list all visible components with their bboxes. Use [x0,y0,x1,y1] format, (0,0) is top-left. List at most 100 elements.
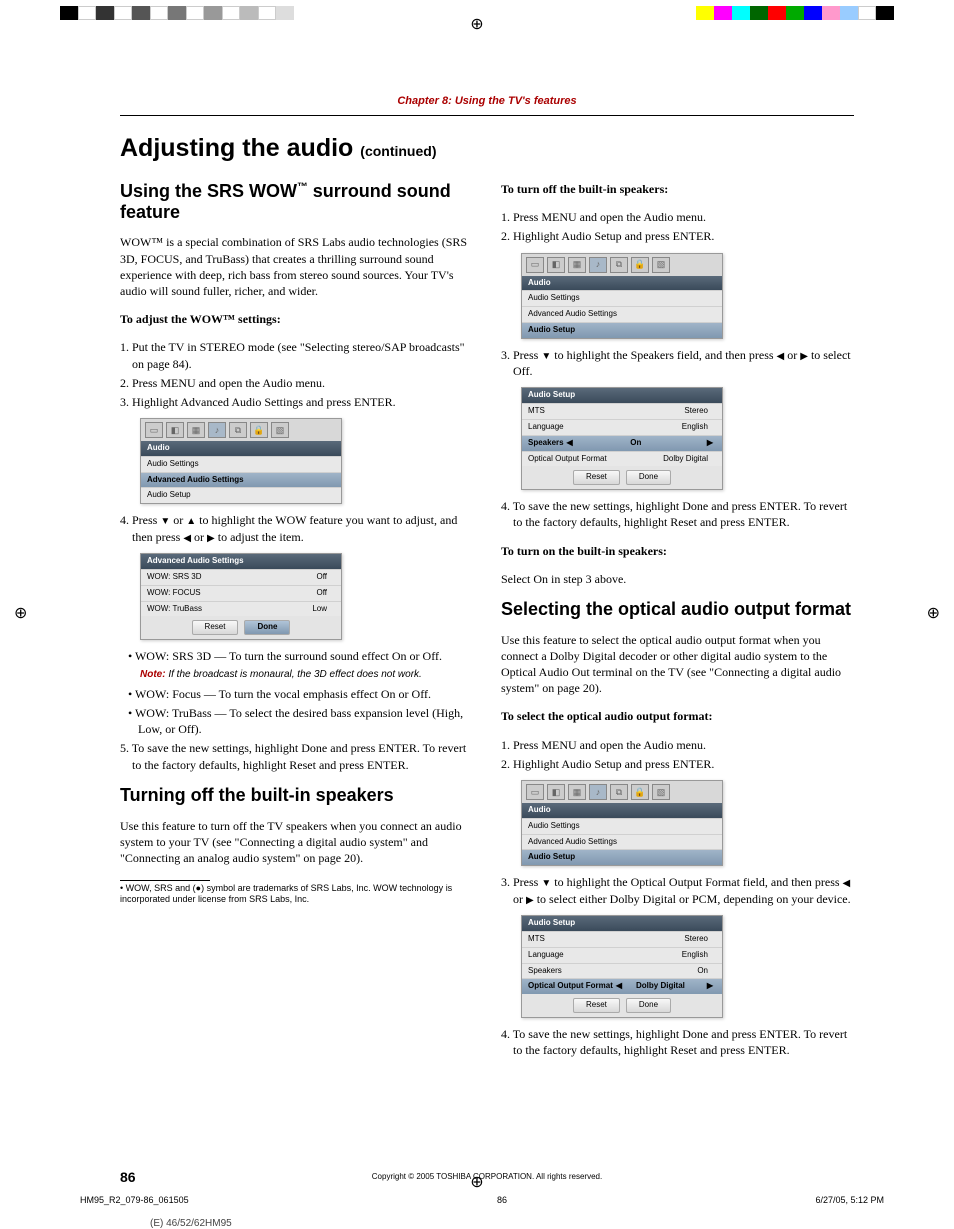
heading-speakers: Turning off the built-in speakers [120,785,473,806]
page-footer: 86 Copyright © 2005 TOSHIBA CORPORATION.… [120,1172,854,1181]
step: 4. Press ▼ or ▲ to highlight the WOW fea… [132,512,473,545]
right-arrow-icon: ▶ [207,533,215,544]
menu-item: WOW: TruBassLow [141,601,341,617]
menu-screenshot-audio: ▭ ◧ ▦ ♪ ⧉ 🔒 ▧ Audio Audio Settings Advan… [521,780,723,866]
registration-mark-icon: ⊕ [927,603,940,623]
step: 4. To save the new settings, highlight D… [513,498,854,530]
wow-intro: WOW™ is a special combination of SRS Lab… [120,234,473,299]
step: 4. To save the new settings, highlight D… [513,1026,854,1058]
up-arrow-icon: ▲ [186,516,196,527]
tab-icon: ▭ [145,422,163,438]
lock-icon: 🔒 [250,422,268,438]
menu-item: MTSStereo [522,403,722,419]
meta-file: HM95_R2_079-86_061505 [80,1195,189,1205]
tab-icon: ♪ [589,257,607,273]
menu-item-highlighted: Audio Setup [522,322,722,338]
tab-icon: ⧉ [610,784,628,800]
menu-title: Audio [522,276,722,291]
title-main: Adjusting the audio [120,134,353,162]
menu-item: Audio Settings [141,456,341,472]
step: 1. Press MENU and open the Audio menu. [513,209,854,225]
heading-wow: Using the SRS WOW™ surround sound featur… [120,181,473,222]
select-heading: To select the optical audio output forma… [501,708,854,724]
copyright: Copyright © 2005 TOSHIBA CORPORATION. Al… [372,1172,602,1181]
done-button: Done [626,470,671,485]
tab-icon: ▧ [652,257,670,273]
step: 2. Highlight Audio Setup and press ENTER… [513,228,854,244]
tab-icon: ▧ [271,422,289,438]
step: 2. Press MENU and open the Audio menu. [132,375,473,391]
tab-icon: ▭ [526,257,544,273]
menu-item: Audio Setup [141,487,341,503]
menu-item-highlighted: Speakers◀On▶ [522,435,722,451]
step: 3. Highlight Advanced Audio Settings and… [132,394,473,410]
menu-item: LanguageEnglish [522,947,722,963]
speakers-intro: Use this feature to turn off the TV spea… [120,818,473,867]
menu-screenshot-audio: ▭ ◧ ▦ ♪ ⧉ 🔒 ▧ Audio Audio Settings Advan… [521,253,723,339]
menu-item: WOW: FOCUSOff [141,585,341,601]
done-button: Done [244,620,290,635]
done-button: Done [626,998,671,1013]
menu-item: Advanced Audio Settings [522,834,722,850]
tab-icon: ♪ [208,422,226,438]
step: 3. Press ▼ to highlight the Optical Outp… [513,874,854,907]
right-column: To turn off the built-in speakers: 1. Pr… [501,169,854,1061]
model-code: (E) 46/52/62HM95 [150,1218,232,1229]
reset-button: Reset [573,998,620,1013]
page-title: Adjusting the audio (continued) [120,134,854,163]
tab-icon: ⧉ [610,257,628,273]
menu-item: Optical Output FormatDolby Digital [522,451,722,467]
turn-on-heading: To turn on the built-in speakers: [501,543,854,559]
down-arrow-icon: ▼ [541,351,551,362]
bullet: • WOW: Focus — To turn the vocal emphasi… [138,686,473,702]
menu-item: LanguageEnglish [522,419,722,435]
menu-item-highlighted: Audio Setup [522,849,722,865]
footnote-rule [120,880,210,881]
tab-icon: ♪ [589,784,607,800]
menu-item: Advanced Audio Settings [522,306,722,322]
footnote: • WOW, SRS and (●) symbol are trademarks… [120,883,473,905]
tab-icon: ▦ [568,784,586,800]
adjust-heading: To adjust the WOW™ settings: [120,311,473,327]
menu-title: Audio [522,803,722,818]
content-frame: Chapter 8: Using the TV's features Adjus… [120,95,854,1116]
page-number: 86 [120,1169,136,1185]
reset-button: Reset [573,470,620,485]
down-arrow-icon: ▼ [160,516,170,527]
step: 1. Put the TV in STEREO mode (see "Selec… [132,339,473,371]
menu-item: Audio Settings [522,290,722,306]
left-arrow-icon: ◀ [843,878,851,889]
menu-title: Audio Setup [522,388,722,403]
step: 2. Highlight Audio Setup and press ENTER… [513,756,854,772]
print-meta: HM95_R2_079-86_061505 86 6/27/05, 5:12 P… [70,1195,894,1205]
left-column: Using the SRS WOW™ surround sound featur… [120,169,473,1061]
menu-screenshot-advanced: Advanced Audio Settings WOW: SRS 3DOff W… [140,553,342,640]
tab-icon: ◧ [547,257,565,273]
menu-item: SpeakersOn [522,963,722,979]
title-continued: (continued) [360,143,436,159]
step: 3. Press ▼ to highlight the Speakers fie… [513,347,854,380]
tab-icon: ▧ [652,784,670,800]
heading-optical: Selecting the optical audio output forma… [501,599,854,620]
menu-screenshot-audio-setup: Audio Setup MTSStereo LanguageEnglish Sp… [521,387,723,490]
step: 5. To save the new settings, highlight D… [132,740,473,772]
menu-screenshot-audio: ▭ ◧ ▦ ♪ ⧉ 🔒 ▧ Audio Audio Settings Advan… [140,418,342,504]
meta-page: 86 [497,1195,507,1205]
tab-icon: ⧉ [229,422,247,438]
page: ⊕ ⊕ ⊕ ⊕ Chapter 8: Using the TV's featur… [0,0,954,1206]
menu-screenshot-audio-setup: Audio Setup MTSStereo LanguageEnglish Sp… [521,915,723,1018]
menu-item: Audio Settings [522,818,722,834]
tab-icon: ▦ [187,422,205,438]
lock-icon: 🔒 [631,784,649,800]
menu-item: WOW: SRS 3DOff [141,569,341,585]
menu-title: Audio [141,441,341,456]
right-arrow-icon: ▶ [800,351,808,362]
menu-item-highlighted: Advanced Audio Settings [141,472,341,488]
menu-item-highlighted: Optical Output Format◀Dolby Digital▶ [522,978,722,994]
down-arrow-icon: ▼ [541,878,551,889]
turn-on-text: Select On in step 3 above. [501,571,854,587]
note: Note: If the broadcast is monaural, the … [140,668,473,682]
lock-icon: 🔒 [631,257,649,273]
left-arrow-icon: ◀ [183,533,191,544]
menu-item: MTSStereo [522,931,722,947]
